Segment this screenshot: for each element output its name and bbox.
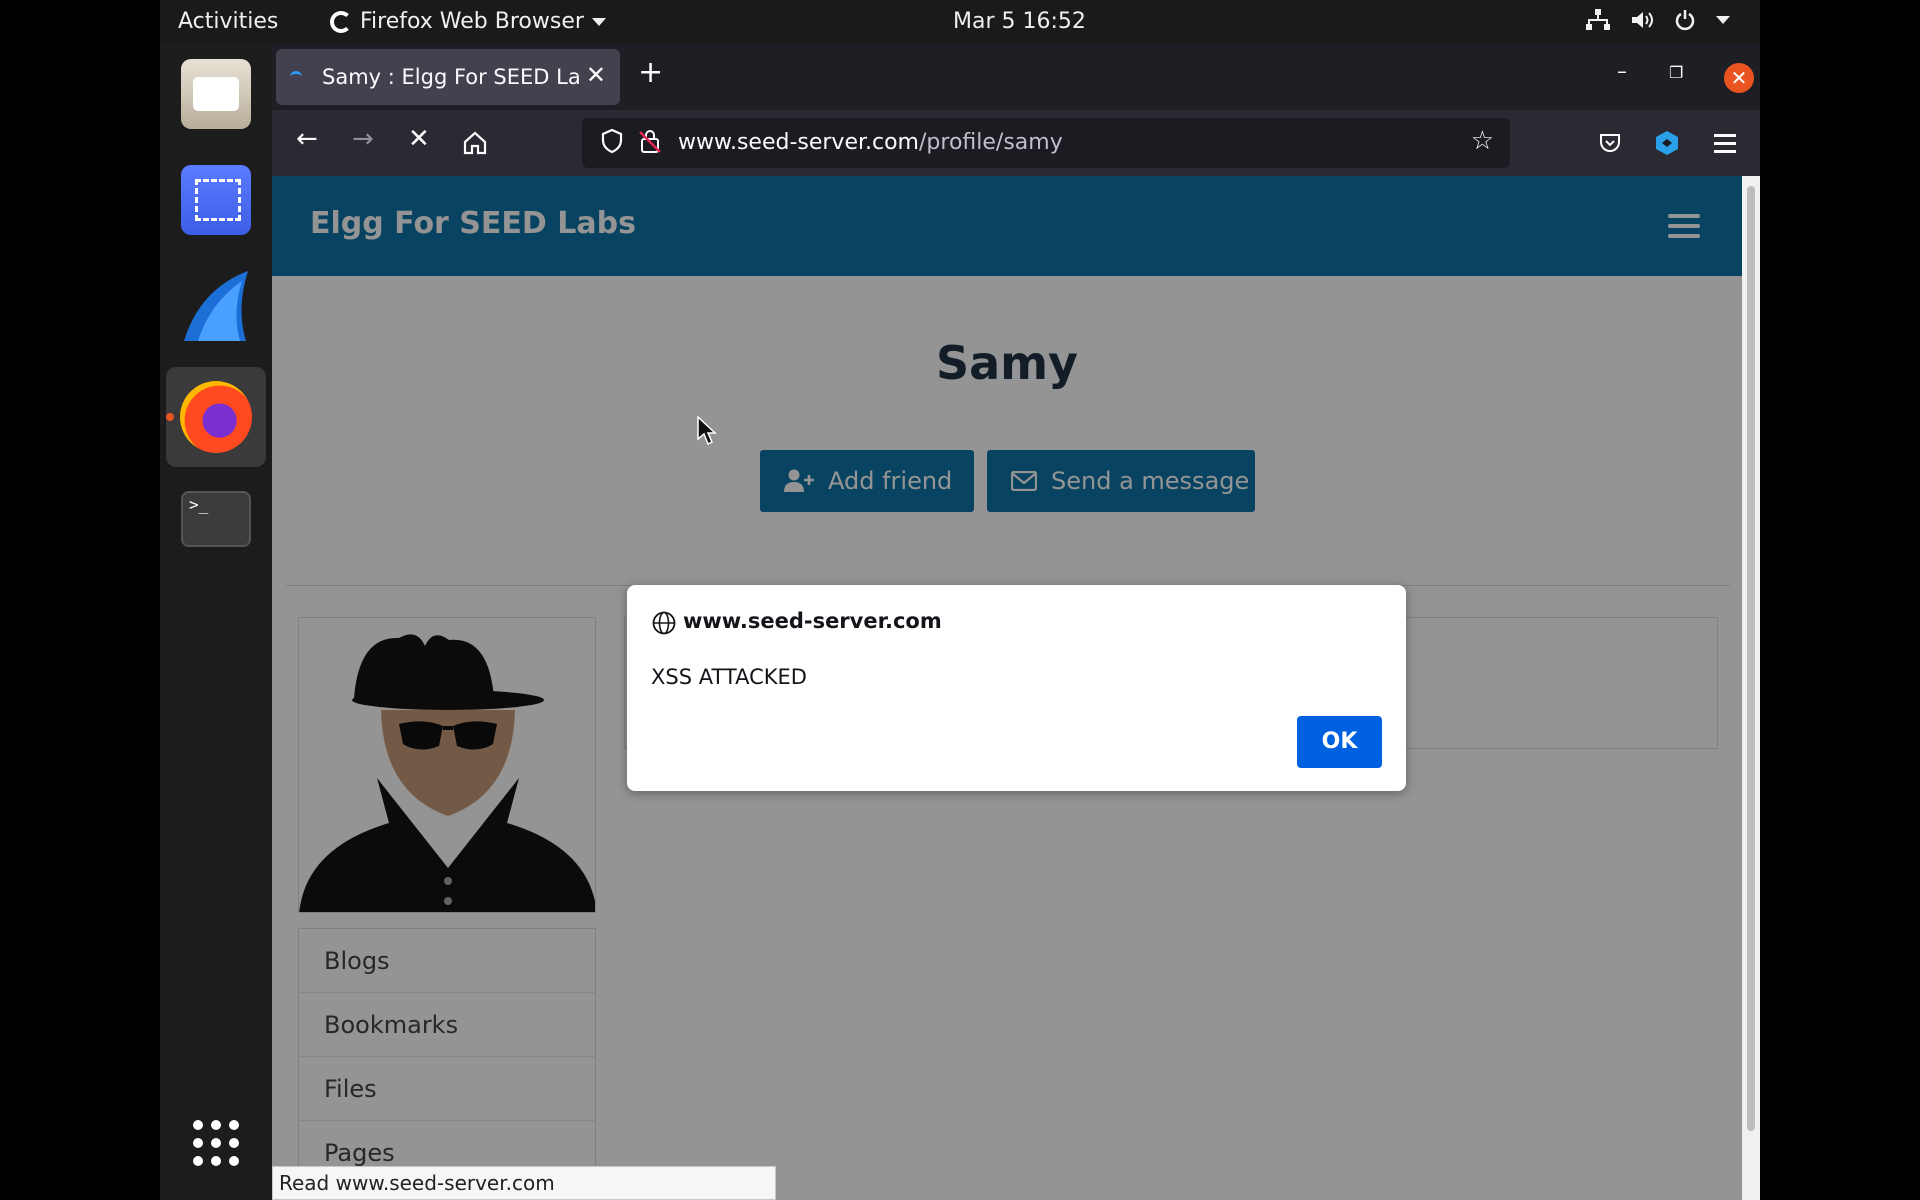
dock-firefox[interactable]	[166, 367, 266, 467]
tab-bar: Samy : Elgg For SEED Labs ✕ + – ❐ ✕	[272, 43, 1760, 110]
power-icon	[1675, 10, 1695, 31]
chevron-down-icon	[1716, 16, 1730, 24]
show-apps-icon[interactable]	[193, 1120, 239, 1166]
dock-screenshot[interactable]	[166, 155, 266, 255]
running-indicator	[166, 413, 174, 421]
minimize-button[interactable]: –	[1617, 59, 1627, 83]
bookmark-star-icon[interactable]: ☆	[1471, 126, 1494, 156]
mouse-cursor-icon	[697, 416, 717, 446]
stop-button[interactable]: ✕	[408, 124, 430, 154]
dock-files[interactable]	[166, 49, 266, 149]
new-tab-button[interactable]: +	[638, 55, 663, 90]
screen: Activities Firefox Web Browser Mar 5 16:…	[0, 0, 1920, 1200]
extension-icon[interactable]	[1654, 130, 1680, 156]
ok-button[interactable]: OK	[1297, 716, 1382, 768]
loading-icon	[290, 71, 302, 83]
insecure-lock-icon[interactable]	[638, 128, 662, 154]
restore-button[interactable]: ❐	[1669, 63, 1683, 82]
clock[interactable]: Mar 5 16:52	[953, 9, 1086, 34]
home-icon[interactable]	[462, 130, 488, 156]
globe-icon	[652, 611, 676, 635]
dock-wireshark[interactable]	[166, 261, 266, 361]
pocket-icon[interactable]	[1598, 131, 1622, 155]
volume-icon	[1632, 12, 1653, 28]
close-window-button[interactable]: ✕	[1724, 63, 1754, 93]
files-icon	[181, 59, 251, 129]
terminal-icon: >_	[181, 491, 251, 547]
tab-active[interactable]: Samy : Elgg For SEED Labs ✕	[276, 49, 620, 105]
wireshark-icon	[184, 271, 248, 341]
firefox-icon	[180, 381, 252, 453]
url-bar[interactable]: www.seed-server.com/profile/samy ☆	[582, 118, 1510, 168]
status-bar: Read www.seed-server.com	[272, 1166, 776, 1200]
chevron-down-icon	[591, 17, 606, 26]
screenshot-icon	[181, 165, 251, 235]
url-text: www.seed-server.com/profile/samy	[678, 130, 1063, 155]
app-menu-label: Firefox Web Browser	[360, 9, 584, 34]
alert-origin: www.seed-server.com	[683, 609, 942, 633]
alert-message: XSS ATTACKED	[651, 665, 807, 689]
shield-icon[interactable]	[600, 128, 624, 154]
top-bar: Activities Firefox Web Browser Mar 5 16:…	[160, 0, 1760, 43]
dock: >_	[160, 43, 272, 1200]
scrollbar-thumb[interactable]	[1747, 186, 1755, 1131]
app-menu[interactable]: Firefox Web Browser	[330, 9, 606, 34]
nav-bar: ← → ✕ www.seed-server.com/profile/samy ☆	[272, 110, 1760, 176]
forward-button[interactable]: →	[352, 124, 374, 154]
alert-dialog: www.seed-server.com XSS ATTACKED OK	[627, 585, 1406, 791]
back-button[interactable]: ←	[296, 124, 318, 154]
system-tray[interactable]	[1586, 9, 1730, 31]
close-tab-icon[interactable]: ✕	[586, 61, 606, 89]
firefox-mini-icon	[330, 10, 352, 33]
network-icon	[1586, 9, 1610, 30]
activities-button[interactable]: Activities	[178, 9, 278, 34]
tab-title: Samy : Elgg For SEED Labs	[322, 65, 580, 89]
app-menu-icon[interactable]	[1714, 134, 1736, 153]
dock-terminal[interactable]: >_	[166, 473, 266, 573]
scrollbar[interactable]	[1742, 176, 1760, 1200]
